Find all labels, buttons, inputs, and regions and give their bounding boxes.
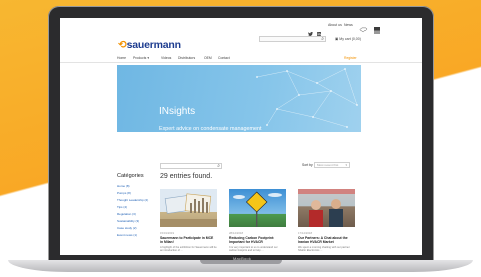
card-excerpt: A highlight of the exhibition for Sauerm… <box>160 246 217 253</box>
network-pattern-graphic <box>256 68 358 128</box>
nav-item-home[interactable]: Home <box>117 56 126 60</box>
nav-item-videos[interactable]: Videos <box>161 56 171 60</box>
category-item[interactable]: Pumps (8) <box>117 191 131 195</box>
category-item[interactable]: Regulation (3) <box>117 212 136 216</box>
sort-select[interactable]: Most recent first ▾ <box>314 162 350 168</box>
card-image[interactable] <box>229 189 286 227</box>
category-item[interactable]: Tips (4) <box>117 205 127 209</box>
cart-label: My cart (0,00) <box>339 37 361 41</box>
card-excerpt: It is very important to us to understand… <box>229 246 278 253</box>
hero-title: INsights <box>159 106 196 117</box>
top-link-about[interactable]: About us <box>328 23 342 27</box>
sort-label: Sort by <box>302 163 313 167</box>
cart-link[interactable]: ▣ My cart (0,00) <box>335 37 361 41</box>
category-item[interactable]: Case study (2) <box>117 226 137 230</box>
search-icon[interactable]: ⌕ <box>217 163 220 169</box>
register-link[interactable]: Register <box>344 56 357 60</box>
card-title[interactable]: Reducing Carbon Footprint: Important for… <box>229 236 286 244</box>
hero-banner <box>117 65 361 132</box>
card-date: 15/01/2019 <box>160 231 174 235</box>
region-flag-icon[interactable] <box>374 21 380 39</box>
cathedral-illustration <box>160 193 217 227</box>
hero-subtitle: Expert advice on condensate management <box>159 126 262 132</box>
nav-divider <box>60 62 422 63</box>
categories-title: Catégories <box>117 173 144 179</box>
nav-item-oem[interactable]: OEM <box>204 56 212 60</box>
chevron-down-icon: ▾ <box>147 56 150 60</box>
card-date: 17/12/2018 <box>298 231 312 235</box>
top-link-news[interactable]: News <box>344 23 353 27</box>
people-photo-illustration <box>298 189 355 227</box>
nav-item-distributors[interactable]: Distributors <box>178 56 195 60</box>
category-item[interactable]: Sustainability (3) <box>117 219 139 223</box>
nav-item-products-label: Products <box>133 56 147 60</box>
card-title[interactable]: Sauermann to Participate in MCE in Milan… <box>160 236 217 244</box>
category-item[interactable]: Thought Leadership (2) <box>117 198 148 202</box>
nav-item-contact[interactable]: Contact <box>218 56 230 60</box>
device-label: MacBook <box>232 256 252 261</box>
browser-screen: About us News ⟲sauermann ⌕ ▣ My cart (0,… <box>60 18 422 255</box>
sort-select-value: Most recent first <box>317 163 339 167</box>
search-input[interactable]: ⌕ <box>259 36 326 42</box>
card-image[interactable] <box>298 189 355 227</box>
nav-item-products[interactable]: Products ▾ <box>133 56 149 60</box>
insights-search-input[interactable]: ⌕ <box>160 163 222 169</box>
results-count: 29 entries found. <box>160 173 213 180</box>
site-logo[interactable]: ⟲sauermann <box>118 39 181 51</box>
search-icon[interactable]: ⌕ <box>321 36 324 42</box>
category-item[interactable]: Home (8) <box>117 184 130 188</box>
logo-mark-icon: ⟲ <box>118 39 127 51</box>
chevron-down-icon: ▾ <box>345 163 347 167</box>
card-title[interactable]: Our Partners: A Chat about the Iranian H… <box>298 236 355 244</box>
road-sign-illustration <box>233 191 282 227</box>
card-date: 28/12/2018 <box>229 231 243 235</box>
card-excerpt: We spent a morning chatting with our par… <box>298 246 350 253</box>
category-item[interactable]: Event news (1) <box>117 233 137 237</box>
card-image[interactable] <box>160 189 217 227</box>
